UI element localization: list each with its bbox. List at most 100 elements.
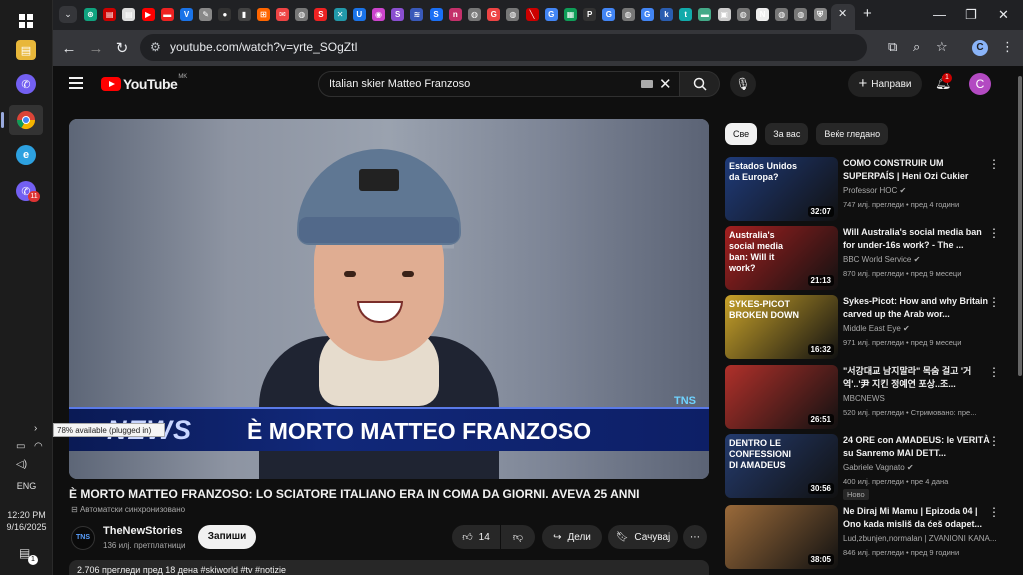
chatgpt-icon[interactable]: ⊛ bbox=[84, 8, 97, 21]
more-options-icon[interactable]: ⋮ bbox=[988, 157, 1000, 171]
dash-icon[interactable]: ▬ bbox=[698, 8, 712, 21]
chip-watched[interactable]: Веќе гледано bbox=[816, 123, 889, 145]
recommendation-channel[interactable]: Gabriele Vagnato ✔︎ bbox=[843, 463, 914, 472]
save-button[interactable]: 🔖︎ Сачувај bbox=[608, 525, 678, 549]
video-thumbnail[interactable]: DENTRO LE CONFESSIONI DI AMADEUS 30:56 bbox=[725, 434, 838, 498]
recommendation-channel[interactable]: Lud,zbunjen,normalan | ZVANIONI KANA... bbox=[843, 534, 997, 543]
globe-icon[interactable]: ◍ bbox=[295, 8, 309, 21]
description-box[interactable]: 2.706 прегледи пред 18 дена #skiworld #t… bbox=[69, 560, 709, 575]
more-options-icon[interactable]: ⋮ bbox=[988, 505, 1000, 519]
browser-profile-avatar[interactable]: C bbox=[972, 40, 988, 56]
k-icon[interactable]: k bbox=[660, 8, 673, 21]
account-avatar[interactable]: C bbox=[969, 73, 991, 95]
channel-name[interactable]: TheNewStories bbox=[103, 525, 182, 537]
globe5-icon[interactable]: ◍ bbox=[736, 8, 750, 21]
language-indicator[interactable]: ENG bbox=[0, 481, 53, 491]
chip-all[interactable]: Све bbox=[725, 123, 758, 145]
video-thumbnail[interactable]: SYKES-PICOT BROKEN DOWN 16:32 bbox=[725, 295, 838, 359]
search-input[interactable]: Italian skier Matteo Franzoso ✕ bbox=[318, 71, 680, 97]
s-icon[interactable]: S bbox=[314, 8, 328, 21]
tab-search-chevron-icon[interactable]: ⌄ bbox=[59, 6, 77, 23]
tab-close-icon[interactable]: ✕ bbox=[838, 7, 847, 20]
g-icon[interactable]: G bbox=[487, 8, 501, 21]
google-icon[interactable]: G bbox=[544, 8, 558, 21]
file-explorer-icon[interactable]: ▤ bbox=[9, 35, 43, 65]
mail-icon[interactable]: ✉ bbox=[276, 8, 289, 21]
viber-badge-icon[interactable]: ✆ 11 bbox=[9, 176, 43, 206]
dislike-button[interactable]: 👎︎ bbox=[501, 525, 535, 549]
google3-icon[interactable]: G bbox=[640, 8, 654, 21]
chip-for-you[interactable]: За вас bbox=[765, 123, 809, 145]
search-button[interactable] bbox=[680, 71, 720, 97]
page-scrollbar[interactable] bbox=[1017, 66, 1023, 575]
video-thumbnail[interactable]: 26:51 bbox=[725, 365, 838, 429]
slash-icon[interactable]: ╲ bbox=[525, 8, 539, 21]
recommendation-title[interactable]: Sykes-Picot: How and why Britain carved … bbox=[843, 295, 993, 320]
share-button[interactable]: ↪ Дели bbox=[542, 525, 602, 549]
video-thumbnail[interactable]: 38:05 bbox=[725, 505, 838, 569]
recommendation-item[interactable]: DENTRO LE CONFESSIONI DI AMADEUS 30:56 24 … bbox=[725, 434, 1015, 500]
circle-icon[interactable]: ● bbox=[218, 8, 232, 21]
news-icon[interactable]: ▤ bbox=[103, 8, 117, 21]
img-icon[interactable]: ▣ bbox=[717, 8, 731, 21]
video-thumbnail[interactable]: Estados Unidos da Europa? 32:07 bbox=[725, 157, 838, 221]
recommendation-title[interactable]: "서강대교 남지말라" 목숨 걸고 '거역'..'尹 지킨 정예연 포상..조.… bbox=[843, 365, 993, 390]
reload-icon[interactable]: ↻ bbox=[112, 38, 132, 58]
p-icon[interactable]: P bbox=[583, 8, 597, 21]
viber-icon[interactable]: ✆ bbox=[9, 69, 43, 99]
globe3-icon[interactable]: ◍ bbox=[506, 8, 520, 21]
keyboard-icon[interactable] bbox=[641, 80, 653, 88]
recommendation-channel[interactable]: MBCNEWS bbox=[843, 394, 885, 403]
doc-icon[interactable]: ▤ bbox=[122, 8, 136, 21]
restore-icon[interactable]: ❐ bbox=[965, 7, 977, 23]
globe6-icon[interactable]: ◍ bbox=[775, 8, 789, 21]
v-icon[interactable]: V bbox=[180, 8, 193, 21]
more-options-icon[interactable]: ⋮ bbox=[988, 434, 1000, 448]
menu-hamburger-icon[interactable] bbox=[69, 77, 83, 89]
n-icon[interactable]: n bbox=[448, 8, 462, 21]
subscribe-button[interactable]: Запиши bbox=[198, 525, 256, 549]
red-icon[interactable]: ▬ bbox=[160, 8, 174, 21]
more-actions-icon[interactable]: ⋯ bbox=[683, 525, 707, 549]
recommendation-title[interactable]: Ne Diraj Mi Mamu | Epizoda 04 | Ono kada… bbox=[843, 505, 993, 530]
clear-search-icon[interactable]: ✕ bbox=[659, 75, 672, 93]
bookmark-star-icon[interactable]: ☆ bbox=[936, 39, 948, 55]
window-close-icon[interactable]: ✕ bbox=[998, 7, 1009, 23]
more-options-icon[interactable]: ⋮ bbox=[988, 226, 1000, 240]
more-options-icon[interactable]: ⋮ bbox=[988, 295, 1000, 309]
voice-search-mic-icon[interactable]: 🎙 bbox=[730, 71, 756, 97]
windows-start-icon[interactable] bbox=[9, 6, 43, 36]
back-icon[interactable]: ← bbox=[59, 38, 79, 58]
globe4-icon[interactable]: ◍ bbox=[621, 8, 635, 21]
wifi-icon[interactable]: ◠ bbox=[34, 441, 43, 452]
t-icon[interactable]: t bbox=[679, 8, 693, 21]
chrome-icon[interactable] bbox=[9, 105, 43, 135]
x-icon[interactable]: ✕ bbox=[333, 8, 347, 21]
recommendation-channel[interactable]: BBC World Service ✔︎ bbox=[843, 255, 920, 264]
feather-icon[interactable]: ✎ bbox=[199, 8, 213, 21]
sheets-icon[interactable]: ▦ bbox=[564, 8, 577, 21]
video-player[interactable]: AT TNS NEWS È MORTO MATTEO FRANZO bbox=[69, 119, 709, 479]
clock-date[interactable]: 9/16/2025 bbox=[0, 522, 53, 532]
site-info-icon[interactable]: ⚙ bbox=[150, 40, 161, 54]
recommendation-item[interactable]: Australia's social media ban: Will it wo… bbox=[725, 226, 1015, 290]
youtube-logo[interactable]: YouTube MK bbox=[101, 74, 187, 92]
flag-icon[interactable]: ▮ bbox=[237, 8, 251, 21]
zoom-icon[interactable]: ⌕ bbox=[913, 39, 920, 55]
forward-icon[interactable]: → bbox=[86, 38, 106, 58]
recommendation-item[interactable]: Estados Unidos da Europa? 32:07 COMO CONST… bbox=[725, 157, 1015, 221]
create-button[interactable]: + Направи bbox=[848, 71, 922, 97]
channel-avatar[interactable]: TNS bbox=[71, 526, 95, 550]
fish-icon[interactable]: ≋ bbox=[410, 8, 424, 21]
recommendation-item[interactable]: 38:05 Ne Diraj Mi Mamu | Epizoda 04 | Ono… bbox=[725, 505, 1015, 569]
volume-icon[interactable]: ◁) bbox=[16, 459, 27, 470]
recommendation-item[interactable]: SYKES-PICOT BROKEN DOWN 16:32 Sykes-Picot:… bbox=[725, 295, 1015, 359]
globe2-icon[interactable]: ◍ bbox=[468, 8, 481, 21]
ni-icon[interactable]: N bbox=[756, 8, 769, 21]
globe7-icon[interactable]: ◍ bbox=[794, 8, 808, 21]
battery-icon[interactable]: ▭ bbox=[16, 441, 25, 452]
orange-icon[interactable]: ⊞ bbox=[256, 8, 270, 21]
shazam-icon[interactable]: S bbox=[429, 8, 443, 21]
tray-expand-chevron-icon[interactable]: › bbox=[34, 423, 37, 434]
google2-icon[interactable]: G bbox=[602, 8, 616, 21]
